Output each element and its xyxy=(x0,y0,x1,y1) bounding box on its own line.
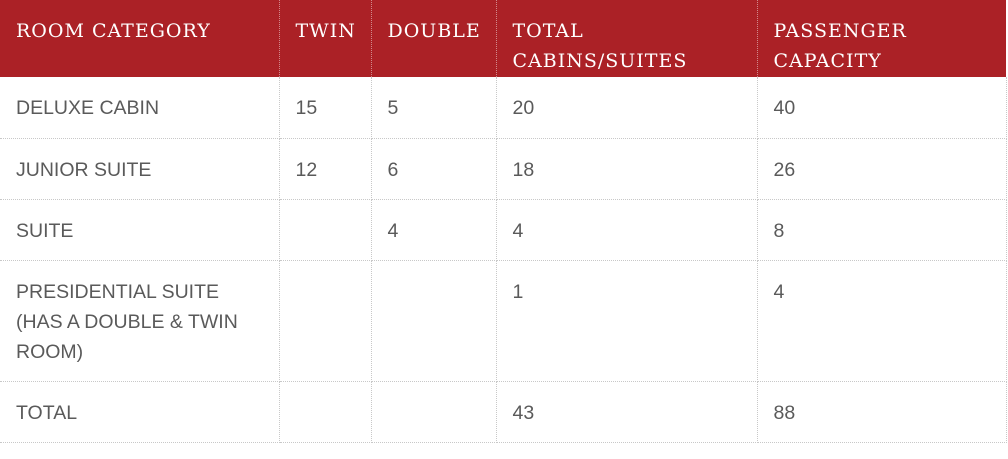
twin-cell: 12 xyxy=(279,138,372,200)
table-header-row: ROOM CATEGORY TWIN DOUBLE TOTAL CABINS/S… xyxy=(0,0,1006,77)
twin-cell xyxy=(279,381,372,443)
table-row: PRESIDENTIAL SUITE (HAS A DOUBLE & TWIN … xyxy=(0,260,1007,382)
table-total-row: TOTAL 43 88 xyxy=(0,381,1007,443)
header-twin: TWIN xyxy=(279,0,372,77)
passenger-capacity-cell: 8 xyxy=(757,199,1007,261)
room-category-cell: DELUXE CABIN xyxy=(0,77,280,139)
double-cell: 5 xyxy=(371,77,497,139)
double-cell xyxy=(371,381,497,443)
twin-cell: 15 xyxy=(279,77,372,139)
total-cabins-cell: 4 xyxy=(496,199,758,261)
passenger-capacity-cell: 26 xyxy=(757,138,1007,200)
passenger-capacity-cell: 40 xyxy=(757,77,1007,139)
twin-cell xyxy=(279,260,372,382)
table-row: SUITE 4 4 8 xyxy=(0,199,1007,261)
total-cabins-cell: 1 xyxy=(496,260,758,382)
total-cabins-cell: 43 xyxy=(496,381,758,443)
double-cell xyxy=(371,260,497,382)
double-cell: 4 xyxy=(371,199,497,261)
double-cell: 6 xyxy=(371,138,497,200)
passenger-capacity-cell: 88 xyxy=(757,381,1007,443)
header-double: DOUBLE xyxy=(371,0,497,77)
total-cabins-cell: 20 xyxy=(496,77,758,139)
room-category-cell: SUITE xyxy=(0,199,280,261)
passenger-capacity-cell: 4 xyxy=(757,260,1007,382)
room-category-cell: JUNIOR SUITE xyxy=(0,138,280,200)
twin-cell xyxy=(279,199,372,261)
total-cabins-cell: 18 xyxy=(496,138,758,200)
room-category-cell: TOTAL xyxy=(0,381,280,443)
cabin-capacity-table: ROOM CATEGORY TWIN DOUBLE TOTAL CABINS/S… xyxy=(0,0,1007,443)
header-room-category: ROOM CATEGORY xyxy=(0,0,280,77)
header-total-cabins-suites: TOTAL CABINS/SUITES xyxy=(496,0,758,77)
room-category-cell: PRESIDENTIAL SUITE (HAS A DOUBLE & TWIN … xyxy=(0,260,280,382)
table-row: JUNIOR SUITE 12 6 18 26 xyxy=(0,138,1007,200)
header-passenger-capacity: PASSENGER CAPACITY xyxy=(757,0,1006,77)
table-row: DELUXE CABIN 15 5 20 40 xyxy=(0,77,1007,139)
